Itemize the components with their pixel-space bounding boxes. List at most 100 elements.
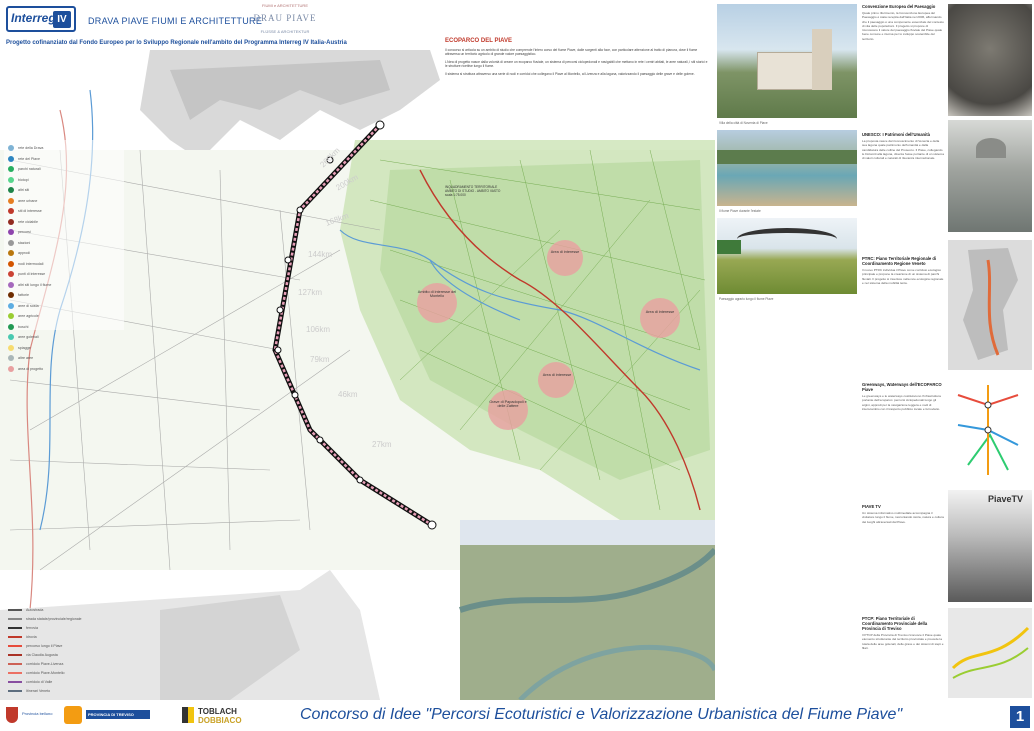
legend-line: [8, 626, 22, 629]
toblach-text: TOBLACH: [198, 707, 237, 716]
legend-label: boschi: [18, 324, 29, 329]
legend-item: punti di interesse: [8, 269, 118, 280]
legend-label: via Claudia Augusta: [26, 652, 58, 657]
legend-swatch: [8, 187, 14, 194]
legend-item: area di progetto: [8, 364, 118, 375]
legend-label: altri siti: [18, 188, 30, 193]
section-text: Quale primo riferimento, la Convenzione …: [862, 11, 944, 41]
legend-label: Autostrada: [26, 607, 44, 612]
photo-network-diagram: [948, 375, 1032, 485]
legend-item: altri siti: [8, 185, 118, 196]
dobbiaco-text: DOBBIACO: [198, 716, 242, 725]
legend-item: strada statale/provinciale/regionale: [8, 614, 138, 623]
legend-item: aree agricole: [8, 311, 118, 322]
section-heading: Convenzione Europea del Paesaggio: [862, 4, 936, 9]
legend-swatch: [8, 239, 14, 246]
legend-label: nodi intermodali: [18, 261, 44, 266]
legend-label: biotopi: [18, 177, 29, 182]
ecoparco-paragraph: Il concorso si articola su un ambito di …: [445, 48, 698, 57]
photo-venice: [948, 120, 1032, 232]
villa-tower: [812, 29, 832, 90]
photo-ptcp-map: [948, 608, 1032, 698]
legend-line: [8, 653, 22, 656]
legend-item: altre aree: [8, 353, 118, 364]
legend-swatch: [8, 302, 14, 309]
legend-swatch: [8, 145, 14, 152]
legend-line: [8, 635, 22, 638]
section-heading: PIAVE TV: [862, 504, 881, 509]
legend-line: [8, 644, 22, 647]
legend-label: punti di interesse: [18, 272, 46, 277]
legend-label: percorso lungo il Piave: [26, 643, 63, 648]
toblach-logo: TOBLACH DOBBIACO: [182, 705, 242, 727]
field-tractor: [717, 240, 741, 254]
legend-label: aree urbane: [18, 198, 38, 203]
text-section: PIAVE TV Un sistema informativo multimed…: [862, 504, 944, 614]
photo-piave-tv: PiaveTV: [948, 490, 1032, 602]
legend-label: idrovia: [26, 634, 37, 639]
photo-caption: Villa della città di Noventa di Piave: [719, 121, 768, 125]
venice-dome: [976, 138, 1006, 158]
drau-logo-top: FIUMI e ARCHITETTURE: [261, 3, 308, 8]
legend-label: rete ciclabile: [18, 219, 38, 224]
map-label-inquadramento: INQUADRAMENTO TERRITORIALE AMBITO DI STU…: [445, 185, 501, 197]
ecoparco-paragraph: Il sistema si struttura attraverso una s…: [445, 71, 695, 76]
header: Interreg IV DRAVA PIAVE FIUMI E ARCHITET…: [0, 0, 445, 50]
legend-swatch: [8, 292, 14, 299]
legend-item: Itinerari Veneto: [8, 686, 138, 695]
belluno-logo-text: Provincia belluno: [22, 711, 53, 716]
legend-swatch: [8, 334, 14, 341]
map-label-area-2: Area di interesse: [645, 310, 675, 314]
treviso-emblem-icon: [64, 706, 82, 724]
legend-swatch: [8, 229, 14, 236]
legend-swatch: [8, 365, 14, 372]
treviso-logo-text: PROVINCIA DI TREVISO: [86, 710, 150, 719]
interreg-logo: Interreg IV: [6, 6, 76, 32]
ptcp-map-svg: [951, 626, 1030, 679]
legend-item: stazioni: [8, 238, 118, 249]
legend-swatch: [8, 176, 14, 183]
legend-line: [8, 689, 22, 692]
photo-villa: [717, 4, 857, 118]
belluno-logo: Provincia belluno: [6, 705, 61, 727]
legend-line: [8, 680, 22, 683]
text-section: UNESCO: I Patrimoni dell'Umanità La prop…: [862, 132, 944, 252]
belluno-shield-icon: [6, 707, 18, 723]
contest-title: Concorso di Idee "Percorsi Ecoturistici …: [300, 706, 903, 723]
drau-logo-mid: DRAU PIAVE: [253, 13, 317, 23]
map-label-area-1: Area di interesse: [550, 250, 580, 254]
legend-swatch: [8, 166, 14, 173]
legend-item: ferrovia: [8, 623, 138, 632]
piave-tv-logo: PiaveTV: [988, 494, 1024, 504]
legend-label: aree agricole: [18, 314, 39, 319]
interreg-logo-badge: IV: [53, 11, 71, 28]
ecoparco-paragraph: L'idea di progetto nasce dalla volontà d…: [445, 59, 708, 69]
legend-line: [8, 608, 22, 611]
legend-label: aree golenali: [18, 335, 39, 340]
legend-swatch: [8, 260, 14, 267]
legend-swatch: [8, 218, 14, 225]
legend-line: [8, 662, 22, 665]
aerial-photo-sky: [460, 520, 715, 545]
legend-item: nodi intermodali: [8, 259, 118, 270]
legend-item: idrovia: [8, 632, 138, 641]
section-text: Il nuovo PTRC individua il Piave come co…: [862, 268, 944, 285]
aerial-photo: [460, 520, 715, 700]
photo-region-map: [948, 240, 1032, 370]
legend-item: rete ciclabile: [8, 217, 118, 228]
section-text: Le greenways e le waterways costituiscon…: [862, 394, 941, 411]
photo-caption: Paesaggio agrario lungo il fiume Piave: [719, 297, 774, 301]
legend-label: corridoio Piave-Montello: [26, 670, 65, 675]
legend-item: boschi: [8, 322, 118, 333]
section-text: Un sistema informativo multimediale acco…: [862, 511, 944, 524]
legend-label: altre aree: [18, 356, 34, 361]
interreg-logo-word: Interreg: [11, 11, 56, 25]
map-label-montello: Ambito di interesse del Montello: [417, 290, 457, 298]
legend-item: aree di sosta: [8, 301, 118, 312]
photo-field: [717, 218, 857, 294]
legend-item: percorsi: [8, 227, 118, 238]
legend-label: fattorie: [18, 293, 29, 298]
legend-item: corridoio di Valle: [8, 677, 138, 686]
legend-swatch: [8, 355, 14, 362]
distance-label: 46km: [338, 390, 358, 399]
